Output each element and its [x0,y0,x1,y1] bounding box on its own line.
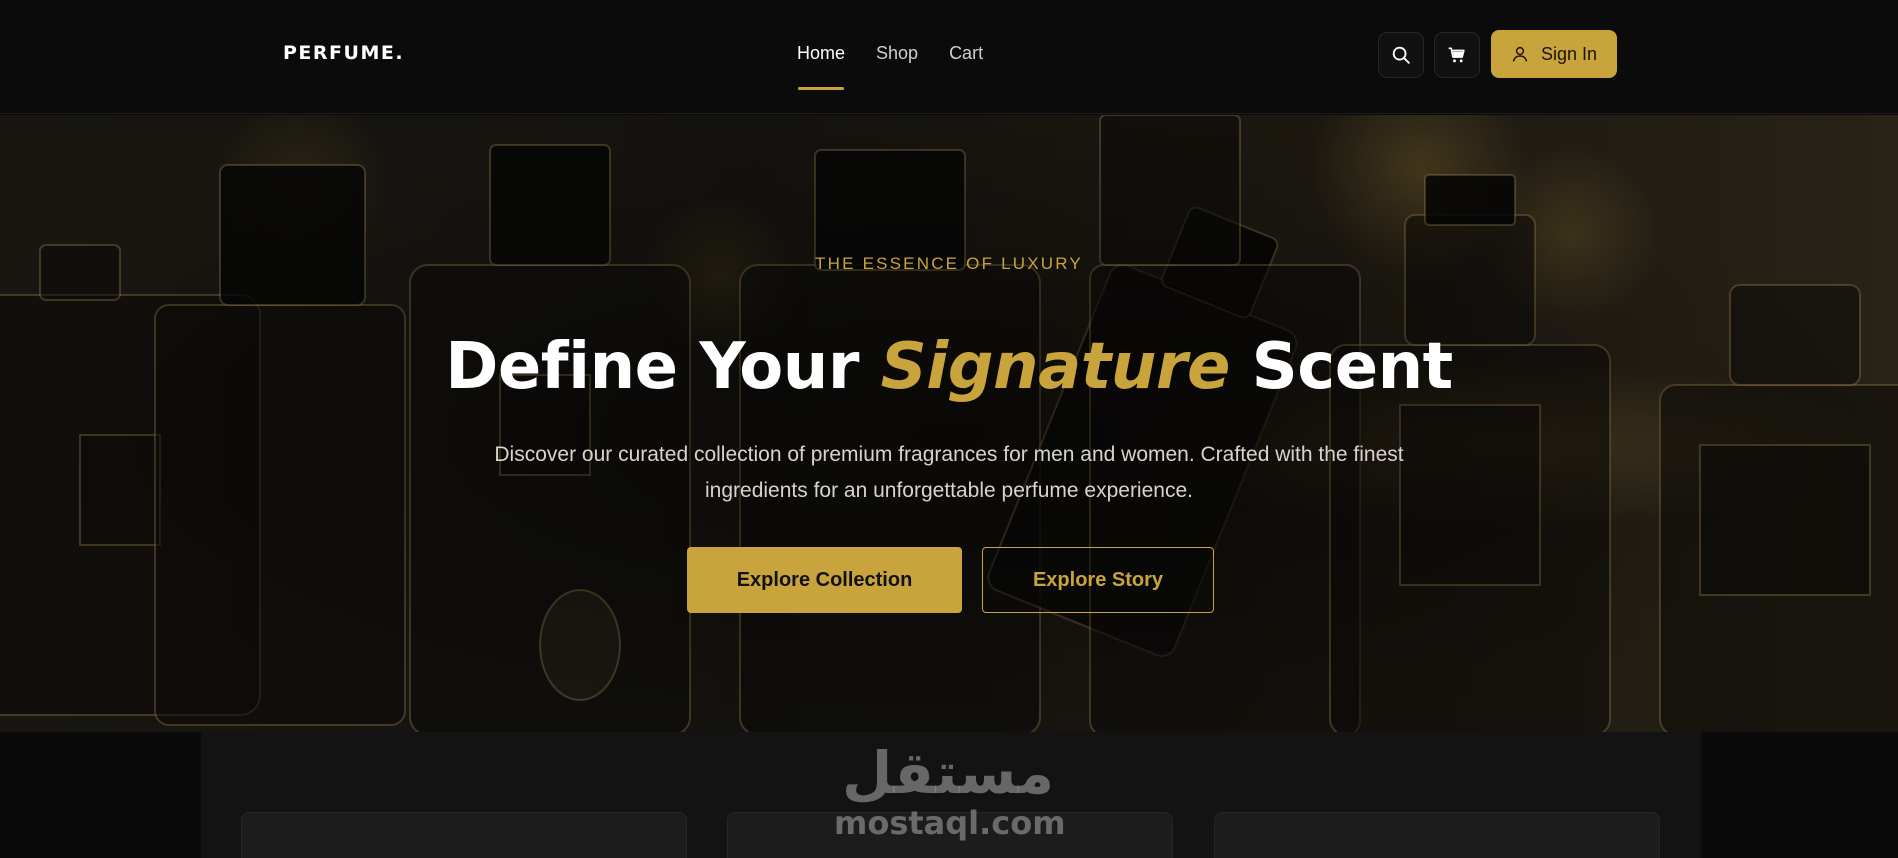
user-icon [1512,46,1528,62]
sign-in-button[interactable]: Sign In [1491,30,1617,78]
product-card[interactable] [241,812,687,858]
hero-eyebrow: THE ESSENCE OF LUXURY [815,254,1083,273]
explore-story-button[interactable]: Explore Story [982,547,1214,613]
cart-button[interactable] [1434,32,1480,78]
search-button[interactable] [1378,32,1424,78]
hero-subtitle: Discover our curated collection of premi… [494,443,1404,502]
top-navbar: PERFUME. Home Shop Cart Sign In [0,0,1898,114]
sign-in-label: Sign In [1540,43,1598,64]
search-icon [1392,46,1410,64]
headline-part-1: Define Your [445,330,881,404]
site-logo[interactable]: PERFUME. [283,42,404,64]
cart-icon [1448,47,1465,63]
headline-part-2: Scent [1229,330,1454,404]
hero-headline: Define Your Signature Scent [0,330,1898,404]
nav-link-home[interactable]: Home [797,43,845,90]
explore-collection-button[interactable]: Explore Collection [687,547,962,613]
watermark: مستقل mostaql.com [834,738,1066,842]
nav-link-shop[interactable]: Shop [876,43,918,64]
watermark-arabic: مستقل [841,739,1055,807]
nav-link-cart[interactable]: Cart [949,43,983,64]
hero-overlay [0,115,1898,732]
main-nav: Home Shop Cart [797,43,983,90]
headline-accent: Signature [880,330,1231,404]
product-card[interactable] [1214,812,1660,858]
hero-section: THE ESSENCE OF LUXURY Define Your Signat… [0,115,1898,732]
watermark-latin: mostaql.com [834,804,1066,842]
